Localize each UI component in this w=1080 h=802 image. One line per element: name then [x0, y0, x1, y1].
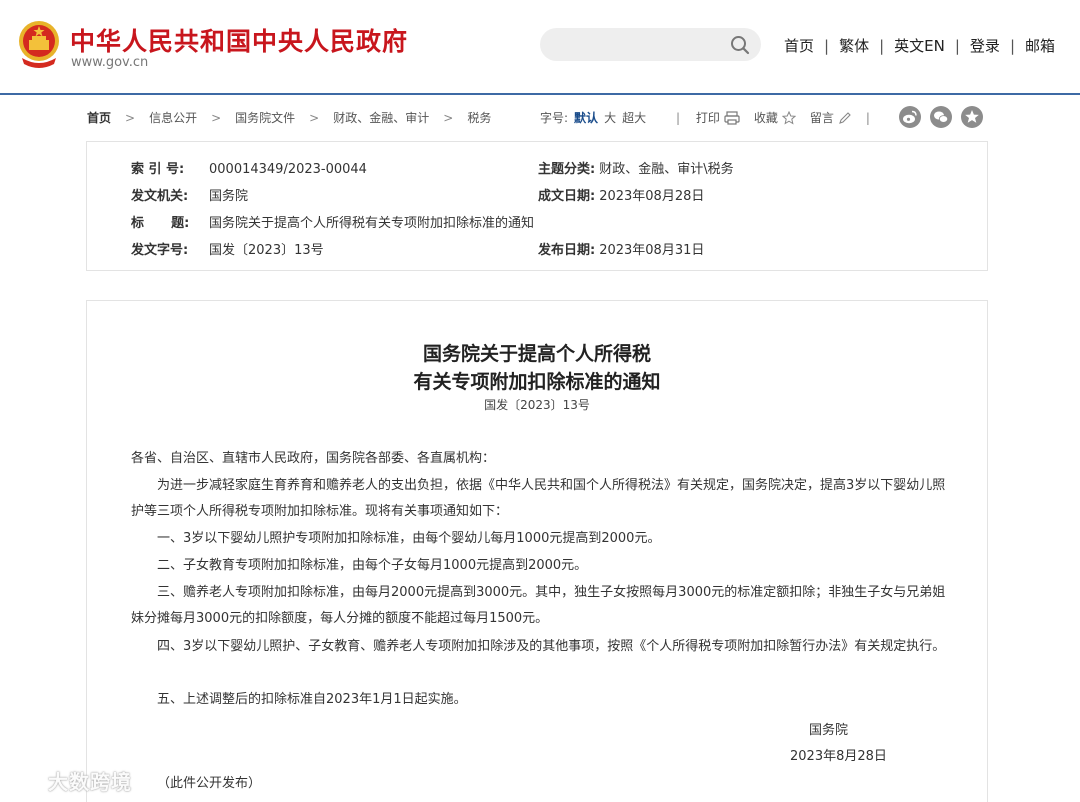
- meta-index-row: 索 引 号: 000014349/2023-00044: [131, 158, 367, 177]
- chevron-right-icon: >: [443, 111, 454, 125]
- breadcrumb-info-disclosure[interactable]: 信息公开: [149, 109, 197, 126]
- tools-separator: |: [865, 111, 870, 125]
- meta-topic-row: 主题分类: 财政、金融、审计\税务: [538, 158, 734, 177]
- star-icon[interactable]: [961, 106, 983, 128]
- comment-button[interactable]: 留言: [810, 111, 834, 125]
- share-icons: [899, 106, 992, 128]
- breadcrumb: 首页 > 信息公开 > 国务院文件 > 财政、金融、审计 > 税务: [87, 109, 491, 126]
- national-emblem-icon[interactable]: [16, 20, 62, 70]
- weibo-icon[interactable]: [899, 106, 921, 128]
- breadcrumb-bar: 首页 > 信息公开 > 国务院文件 > 财政、金融、审计 > 税务 字号: 默认大超大 | 打印 收…: [0, 106, 1080, 128]
- font-size-selector: 字号: 默认大超大: [540, 109, 652, 126]
- page-tools: | 打印 收藏 留言 |: [676, 109, 882, 126]
- watermark: 大数跨境: [10, 766, 132, 795]
- document-title-line1: 国务院关于提高个人所得税: [422, 343, 651, 365]
- site-header: 中华人民共和国中央人民政府 www.gov.cn 首页 | 繁体 | 英文EN | 登录 | 邮…: [0, 0, 1080, 95]
- nav-traditional[interactable]: 繁体: [839, 37, 869, 55]
- meta-published-row: 发布日期: 2023年08月31日: [538, 239, 704, 258]
- meta-docno-value: 国发〔2023〕13号: [209, 243, 324, 258]
- meta-topic-label: 主题分类:: [538, 162, 596, 177]
- print-button[interactable]: 打印: [696, 111, 720, 125]
- tools-separator: |: [676, 111, 681, 125]
- meta-title-row: 标 题: 国务院关于提高个人所得税有关专项附加扣除标准的通知: [131, 212, 534, 231]
- meta-index-label: 索 引 号:: [131, 162, 185, 177]
- search-input[interactable]: [554, 34, 724, 54]
- meta-title-value: 国务院关于提高个人所得税有关专项附加扣除标准的通知: [209, 216, 535, 231]
- item-3: 三、赡养老人专项附加扣除标准，由每月2000元提高到3000元。其中，独生子女按…: [131, 585, 946, 626]
- top-nav: 首页 | 繁体 | 英文EN | 登录 | 邮箱: [784, 35, 1055, 56]
- site-name[interactable]: 中华人民共和国中央人民政府: [70, 22, 408, 58]
- font-size-default[interactable]: 默认: [574, 111, 598, 125]
- meta-issuer-label: 发文机关:: [131, 189, 189, 204]
- item-2: 二、子女教育专项附加扣除标准，由每个子女每月1000元提高到2000元。: [157, 558, 588, 573]
- meta-written-label: 成文日期:: [538, 189, 596, 204]
- addressee: 各省、自治区、直辖市人民政府，国务院各部委、各直属机构：: [131, 451, 496, 466]
- wechat-icon[interactable]: [930, 106, 952, 128]
- item-5: 五、上述调整后的扣除标准自2023年1月1日起实施。: [157, 692, 467, 707]
- meta-index-value: 000014349/2023-00044: [209, 162, 367, 177]
- document-number: 国发〔2023〕13号: [484, 398, 590, 412]
- search-icon[interactable]: [729, 34, 751, 56]
- watermark-text: 大数跨境: [48, 770, 132, 794]
- signatory: 国务院: [809, 723, 849, 738]
- breadcrumb-state-council-docs[interactable]: 国务院文件: [235, 109, 295, 126]
- watermark-logo-icon: [11, 774, 46, 789]
- nav-home[interactable]: 首页: [784, 37, 814, 55]
- breadcrumb-finance[interactable]: 财政、金融、审计: [333, 109, 429, 126]
- nav-mailbox[interactable]: 邮箱: [1025, 37, 1055, 55]
- item-4: 四、3岁以下婴幼儿照护、子女教育、赡养老人专项附加扣除涉及的其他事项，按照《个人…: [157, 639, 946, 654]
- item-1: 一、3岁以下婴幼儿照护专项附加扣除标准，由每个婴幼儿每月1000元提高到2000…: [157, 531, 661, 546]
- favorite-button[interactable]: 收藏: [754, 111, 778, 125]
- font-size-xlarge[interactable]: 超大: [622, 111, 646, 125]
- breadcrumb-home[interactable]: 首页: [87, 109, 111, 126]
- meta-issuer-row: 发文机关: 国务院: [131, 185, 248, 204]
- sign-date: 2023年8月28日: [790, 749, 887, 764]
- nav-separator: |: [879, 37, 885, 55]
- document-meta-box: 索 引 号: 000014349/2023-00044 主题分类: 财政、金融、审计…: [86, 141, 988, 271]
- document-content: 国务院关于提高个人所得税 有关专项附加扣除标准的通知 国发〔2023〕13号 各…: [86, 300, 988, 802]
- meta-written-row: 成文日期: 2023年08月28日: [538, 185, 704, 204]
- breadcrumb-tax[interactable]: 税务: [467, 109, 491, 126]
- nav-separator: |: [824, 37, 830, 55]
- header-divider: [0, 93, 1080, 95]
- meta-issuer-value: 国务院: [209, 189, 249, 204]
- search-box: [540, 28, 761, 61]
- chevron-right-icon: >: [309, 111, 320, 125]
- nav-login[interactable]: 登录: [970, 37, 1000, 55]
- printer-icon[interactable]: [724, 111, 740, 125]
- meta-docno-row: 发文字号: 国发〔2023〕13号: [131, 239, 324, 258]
- nav-english[interactable]: 英文EN: [894, 37, 945, 55]
- star-outline-icon[interactable]: [781, 111, 796, 125]
- publish-note: （此件公开发布）: [157, 776, 262, 791]
- intro-paragraph: 为进一步减轻家庭生育养育和赡养老人的支出负担，依据《中华人民共和国个人所得税法》…: [131, 478, 946, 519]
- nav-separator: |: [1009, 37, 1015, 55]
- meta-topic-value: 财政、金融、审计\税务: [599, 162, 734, 177]
- meta-docno-label: 发文字号:: [131, 243, 189, 258]
- meta-published-label: 发布日期:: [538, 243, 596, 258]
- meta-title-label: 标 题:: [131, 216, 190, 231]
- meta-written-value: 2023年08月28日: [599, 189, 705, 204]
- font-size-large[interactable]: 大: [604, 111, 616, 125]
- chevron-right-icon: >: [125, 111, 136, 125]
- pencil-icon[interactable]: [838, 111, 852, 125]
- font-size-label: 字号:: [540, 111, 569, 125]
- chevron-right-icon: >: [211, 111, 222, 125]
- nav-separator: |: [954, 37, 960, 55]
- site-url: www.gov.cn: [71, 55, 149, 70]
- meta-published-value: 2023年08月31日: [599, 243, 705, 258]
- document-title-line2: 有关专项附加扣除标准的通知: [413, 371, 661, 393]
